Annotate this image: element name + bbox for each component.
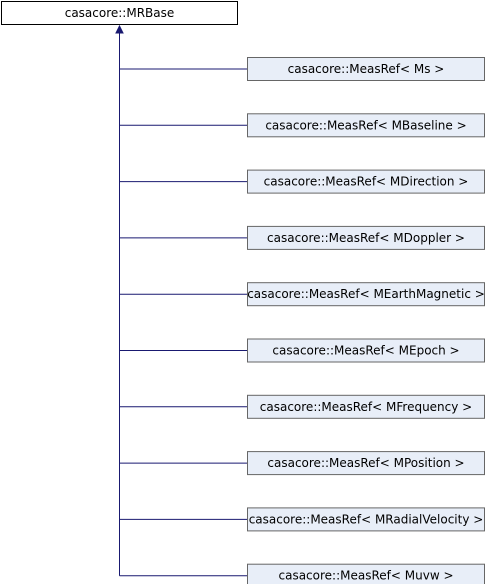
derived-class-label: casacore::MeasRef< MDoppler > xyxy=(267,231,465,245)
base-class-node[interactable]: casacore::MRBase xyxy=(1,1,238,25)
derived-class-label: casacore::MeasRef< MDirection > xyxy=(264,175,469,189)
derived-classes: casacore::MeasRef< Ms >casacore::MeasRef… xyxy=(247,57,485,584)
derived-class-label: casacore::MeasRef< Muvw > xyxy=(279,569,454,583)
derived-class-node[interactable]: casacore::MeasRef< MRadialVelocity > xyxy=(247,507,485,532)
derived-class-label: casacore::MeasRef< Ms > xyxy=(288,62,445,76)
derived-class-label: casacore::MeasRef< MBaseline > xyxy=(265,118,466,132)
derived-class-node[interactable]: casacore::MeasRef< Muvw > xyxy=(247,563,485,584)
inheritance-edges xyxy=(115,24,248,577)
derived-class-label: casacore::MeasRef< MEarthMagnetic > xyxy=(247,287,485,301)
derived-class-node[interactable]: casacore::MeasRef< MDirection > xyxy=(247,169,485,194)
derived-class-label: casacore::MeasRef< MFrequency > xyxy=(260,400,472,414)
derived-class-label: casacore::MeasRef< MPosition > xyxy=(267,456,464,470)
derived-class-node[interactable]: casacore::MeasRef< MEarthMagnetic > xyxy=(247,282,485,307)
base-class-label: casacore::MRBase xyxy=(65,6,175,20)
derived-class-node[interactable]: casacore::MeasRef< MPosition > xyxy=(247,451,485,476)
inheritance-arrowhead xyxy=(115,24,124,34)
derived-class-node[interactable]: casacore::MeasRef< Ms > xyxy=(247,57,485,81)
derived-class-node[interactable]: casacore::MeasRef< MBaseline > xyxy=(247,113,485,138)
derived-class-label: casacore::MeasRef< MEpoch > xyxy=(272,344,459,358)
inheritance-diagram: casacore::MRBase casacore::MeasRef< Ms >… xyxy=(1,1,485,584)
derived-class-label: casacore::MeasRef< MRadialVelocity > xyxy=(249,512,484,526)
derived-class-node[interactable]: casacore::MeasRef< MFrequency > xyxy=(247,394,485,419)
derived-class-node[interactable]: casacore::MeasRef< MEpoch > xyxy=(247,338,485,363)
derived-class-node[interactable]: casacore::MeasRef< MDoppler > xyxy=(247,225,485,250)
